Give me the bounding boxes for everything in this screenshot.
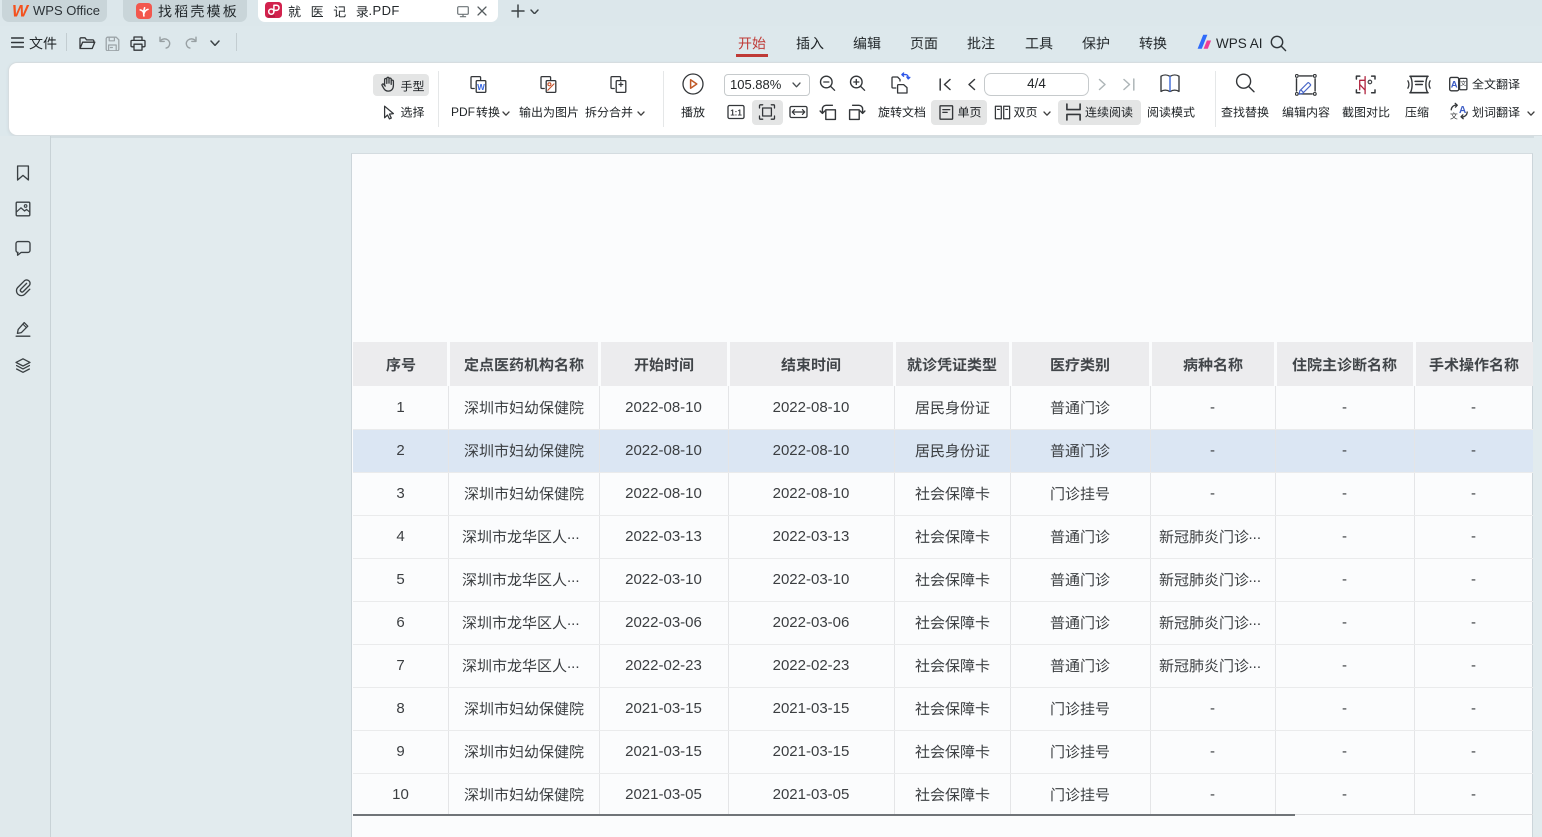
svg-text:W: W [12,3,30,19]
svg-text:A: A [1459,105,1466,116]
svg-text:A: A [1451,80,1458,91]
svg-text:W: W [477,83,485,92]
svg-text:1:1: 1:1 [730,108,742,117]
